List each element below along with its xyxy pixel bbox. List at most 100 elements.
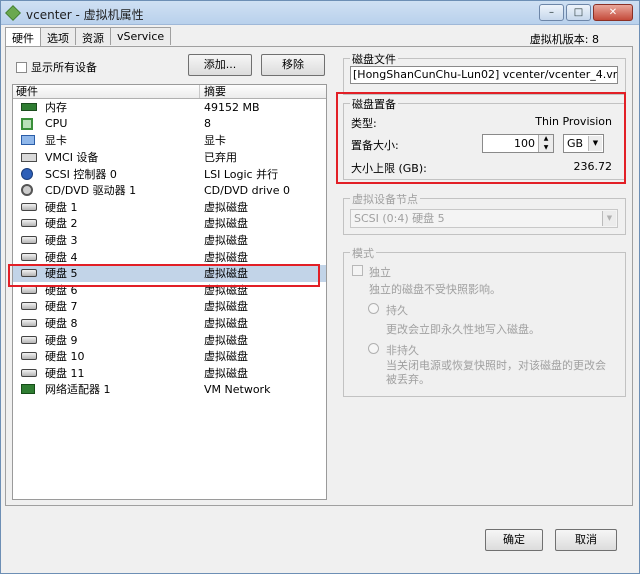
- show-all-devices-checkbox[interactable]: [16, 61, 27, 73]
- hardware-name-cell: VMCI 设备: [13, 149, 200, 165]
- hardware-summary: 虚拟磁盘: [204, 200, 248, 214]
- hardware-name: 硬盘 5: [45, 267, 78, 281]
- hardware-row[interactable]: CPU 8: [13, 116, 326, 133]
- remove-button[interactable]: 移除: [261, 54, 325, 76]
- hardware-row[interactable]: 硬盘 6 虚拟磁盘: [13, 282, 326, 299]
- hardware-summary: 虚拟磁盘: [204, 250, 248, 264]
- tab-vservice[interactable]: vService: [110, 27, 172, 45]
- nonpersistent-label: 非持久: [386, 344, 419, 357]
- hardware-list[interactable]: 硬件 摘要 内存 49152 MB CPU 8 显卡 显卡 VMCI 设备 已弃用 SCSI 控…: [12, 84, 327, 500]
- hardware-row[interactable]: 硬盘 3 虚拟磁盘: [13, 232, 326, 249]
- hardware-name-cell: 硬盘 7: [13, 298, 200, 314]
- disk-file-path-field[interactable]: [HongShanCunChu-Lun02] vcenter/vcenter_4…: [350, 66, 618, 84]
- hardware-name-cell: 硬盘 6: [13, 282, 200, 298]
- virtual-device-node-group: 虚拟设备节点 SCSI (0:4) 硬盘 5 ▼: [343, 191, 626, 235]
- hardware-name: 内存: [45, 101, 67, 115]
- hardware-name-cell: 硬盘 2: [13, 215, 200, 231]
- hardware-name-cell: 显卡: [13, 132, 200, 148]
- independent-label: 独立: [369, 266, 391, 279]
- hardware-name: 硬盘 4: [45, 250, 78, 264]
- hardware-name-cell: 硬盘 9: [13, 332, 200, 348]
- independent-checkbox[interactable]: [352, 265, 363, 276]
- hardware-row[interactable]: 硬盘 2 虚拟磁盘: [13, 215, 326, 232]
- nonpersistent-radio[interactable]: [368, 343, 379, 354]
- memory-icon: [21, 103, 37, 112]
- hardware-name-cell: CD/DVD 驱动器 1: [13, 182, 200, 198]
- hardware-name-cell: 硬盘 1: [13, 199, 200, 215]
- hardware-name: 硬盘 7: [45, 300, 78, 314]
- size-unit-select[interactable]: GB ▼: [563, 134, 604, 153]
- hardware-row[interactable]: 硬盘 1 虚拟磁盘: [13, 199, 326, 216]
- hardware-name-cell: SCSI 控制器 0: [13, 166, 200, 182]
- hardware-row[interactable]: 硬盘 7 虚拟磁盘: [13, 298, 326, 315]
- hardware-name: CD/DVD 驱动器 1: [45, 184, 137, 198]
- hardware-row[interactable]: 硬盘 11 虚拟磁盘: [13, 365, 326, 382]
- tab-hardware[interactable]: 硬件: [5, 27, 41, 47]
- hardware-row[interactable]: 硬盘 5 虚拟磁盘: [13, 264, 326, 282]
- hardware-list-header: 硬件 摘要: [13, 85, 326, 99]
- hardware-name: 硬盘 10: [45, 350, 85, 364]
- device-node-value: SCSI (0:4) 硬盘 5: [354, 212, 445, 225]
- provisioned-size-value: 100: [514, 137, 535, 150]
- persistent-radio[interactable]: [368, 303, 379, 314]
- independent-description: 独立的磁盘不受快照影响。: [369, 283, 501, 296]
- hardware-summary: 虚拟磁盘: [204, 217, 248, 231]
- device-node-select[interactable]: SCSI (0:4) 硬盘 5 ▼: [350, 209, 618, 228]
- close-button[interactable]: ✕: [593, 4, 633, 21]
- add-button[interactable]: 添加...: [188, 54, 252, 76]
- title-bar[interactable]: vcenter - 虚拟机属性 – □ ✕: [1, 1, 639, 25]
- hardware-row[interactable]: 硬盘 8 虚拟磁盘: [13, 315, 326, 332]
- spin-up-icon[interactable]: ▲: [539, 135, 553, 144]
- hardware-name: SCSI 控制器 0: [45, 167, 117, 181]
- vmci-icon: [21, 152, 37, 162]
- hardware-row[interactable]: VMCI 设备 已弃用: [13, 149, 326, 166]
- tab-resources[interactable]: 资源: [75, 27, 111, 45]
- nonpersistent-description: 当关闭电源或恢复快照时，对该磁盘的更改会被丢弃。: [386, 359, 606, 386]
- cancel-button[interactable]: 取消: [555, 529, 617, 551]
- hardware-name: 显卡: [45, 134, 67, 148]
- provisioned-size-input[interactable]: 100 ▲ ▼: [482, 134, 554, 153]
- provision-type-value: Thin Provision: [535, 115, 612, 128]
- hard-disk-icon: [21, 352, 37, 361]
- hardware-name: 硬盘 8: [45, 317, 78, 331]
- cd-dvd-icon: [21, 184, 33, 197]
- hardware-row[interactable]: 网络适配器 1 VM Network: [13, 381, 326, 398]
- hardware-summary: 虚拟磁盘: [204, 283, 248, 297]
- maximize-button[interactable]: □: [566, 4, 591, 21]
- disk-provisioning-group: 磁盘置备 类型: Thin Provision 置备大小: 100 ▲ ▼ GB…: [343, 96, 626, 180]
- hard-disk-icon: [21, 219, 37, 228]
- spin-down-icon[interactable]: ▼: [539, 143, 553, 152]
- cpu-icon: [21, 117, 33, 130]
- hard-disk-icon: [21, 269, 37, 278]
- hardware-row[interactable]: 硬盘 10 虚拟磁盘: [13, 348, 326, 365]
- show-all-devices-option[interactable]: 显示所有设备: [16, 59, 97, 75]
- hardware-summary: 虚拟磁盘: [204, 267, 248, 281]
- hard-disk-icon: [21, 302, 37, 311]
- hardware-name-cell: 硬盘 3: [13, 232, 200, 248]
- minimize-button[interactable]: –: [539, 4, 564, 21]
- size-spinner[interactable]: ▲ ▼: [538, 135, 553, 152]
- hardware-name-cell: 硬盘 5: [13, 265, 200, 281]
- hardware-row[interactable]: CD/DVD 驱动器 1 CD/DVD drive 0: [13, 182, 326, 199]
- hard-disk-icon: [21, 285, 37, 294]
- hardware-name-cell: CPU: [13, 117, 200, 130]
- tab-options[interactable]: 选项: [40, 27, 76, 45]
- max-size-value: 236.72: [573, 160, 613, 173]
- hardware-row[interactable]: 硬盘 9 虚拟磁盘: [13, 331, 326, 348]
- hardware-row[interactable]: 硬盘 4 虚拟磁盘: [13, 248, 326, 265]
- column-header-hardware[interactable]: 硬件: [13, 85, 200, 98]
- ok-button[interactable]: 确定: [485, 529, 543, 551]
- virtual-device-node-title: 虚拟设备节点: [350, 191, 420, 207]
- hardware-name: VMCI 设备: [45, 151, 99, 165]
- window-title: vcenter - 虚拟机属性: [26, 8, 144, 22]
- hardware-tab-panel: 显示所有设备 添加... 移除 硬件 摘要 内存 49152 MB CPU 8 显卡 显卡…: [5, 46, 633, 506]
- hardware-summary: 8: [204, 117, 211, 131]
- hardware-row[interactable]: SCSI 控制器 0 LSI Logic 并行: [13, 165, 326, 182]
- hardware-name-cell: 内存: [13, 99, 200, 115]
- hardware-row[interactable]: 显卡 显卡: [13, 132, 326, 149]
- hardware-summary: CD/DVD drive 0: [204, 183, 290, 197]
- hardware-row[interactable]: 内存 49152 MB: [13, 99, 326, 116]
- hardware-rows: 内存 49152 MB CPU 8 显卡 显卡 VMCI 设备 已弃用 SCSI 控制器 0 LS…: [13, 99, 326, 398]
- column-header-summary[interactable]: 摘要: [200, 85, 226, 98]
- scsi-controller-icon: [21, 167, 33, 180]
